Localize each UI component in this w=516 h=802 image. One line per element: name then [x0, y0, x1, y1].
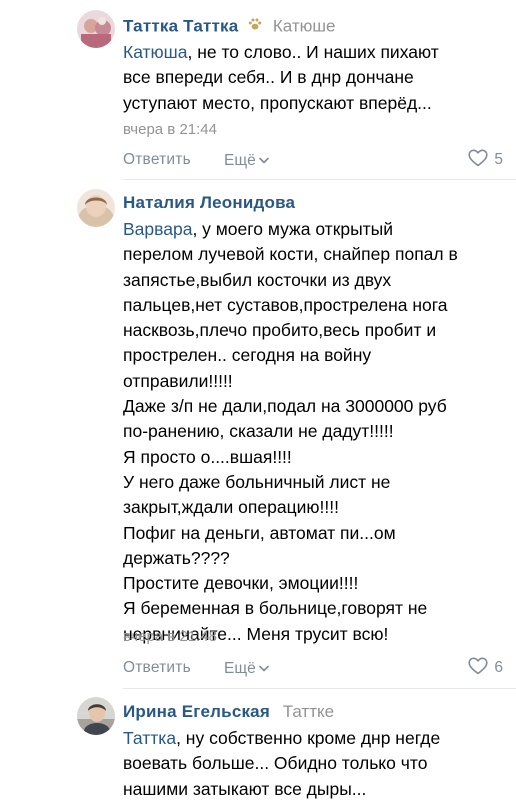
comment-actions: Ответить Ещё 6	[123, 657, 503, 679]
comment-line: воевать больше... Обидно только что	[123, 753, 428, 774]
comment-line: У него даже больничный лист не	[123, 471, 391, 492]
timestamp[interactable]: вчера в 21:44	[123, 120, 217, 140]
comment-line: пальцев,нет суставов,прострелена нога	[123, 294, 448, 315]
more-button[interactable]: Ещё	[224, 149, 269, 173]
heart-icon	[468, 149, 488, 167]
heart-icon	[468, 657, 488, 675]
text-segment: , ну собственно кроме днр негде	[176, 728, 441, 748]
comment-line: прострелен.. сегодня на войну	[123, 345, 372, 366]
comment-line: все впереди себя.. И в днр дончане	[123, 67, 414, 88]
comment-line: запястье,выбил косточки из двух	[123, 269, 392, 290]
avatar-natalia[interactable]	[77, 189, 115, 227]
comment-line: держать????	[123, 547, 230, 568]
comment-text: Варвара, у моего мужа открытый перелом л…	[123, 217, 503, 647]
like-button[interactable]: 6	[468, 657, 503, 679]
more-label: Ещё	[224, 152, 256, 170]
text-segment: , у моего мужа открытый	[192, 219, 394, 239]
comment-header: Таттка Таттка Катюше	[123, 13, 335, 39]
more-button[interactable]: Ещё	[224, 657, 269, 681]
comment-line-1: Варвара, у моего мужа открытый	[123, 217, 503, 242]
timestamp[interactable]: вчера в 21:48	[123, 627, 217, 647]
comment-line: Пофиг на деньги, автомат пи...ом	[123, 522, 396, 543]
comment-line: насквозь,плечо пробито,весь пробит и	[123, 320, 437, 341]
comment-line: Я просто о....вшая!!!!	[123, 446, 292, 467]
comment-line: перелом лучевой кости, снайпер попал в	[123, 244, 458, 265]
author-name[interactable]: Таттка Таттка	[123, 16, 238, 35]
comment-line-1: Таттка, ну собственно кроме днр негде	[123, 726, 503, 751]
reply-button[interactable]: Ответить	[123, 149, 191, 171]
comment-text: Катюша, не то слово.. И наших пихают все…	[123, 40, 503, 116]
comment-line: Простите девочки, эмоции!!!!	[123, 573, 359, 594]
text-segment: , не то слово.. И наших пихают	[187, 42, 439, 62]
reply-button[interactable]: Ответить	[123, 657, 191, 679]
chevron-down-icon	[258, 657, 269, 679]
comment-line: по-ранению, сказали не дадут!!!!!	[123, 421, 394, 442]
author-name[interactable]: Наталия Леонидова	[123, 193, 295, 212]
mention-link[interactable]: Таттка	[123, 728, 176, 748]
more-label: Ещё	[224, 660, 256, 678]
mention-link[interactable]: Катюша	[123, 42, 187, 62]
comment-line: Я беременная в больнице,говорят не	[123, 598, 428, 619]
comment-text: Таттка, ну собственно кроме днр негде во…	[123, 726, 503, 802]
comment-line: уступают место, пропускают вперёд...	[123, 92, 432, 113]
comment-line: нашими затыкают все дыры...	[123, 778, 367, 799]
like-count: 5	[494, 151, 503, 168]
comment-divider	[123, 688, 516, 689]
like-count: 6	[494, 659, 503, 676]
chevron-down-icon	[258, 149, 269, 171]
avatar-tattka[interactable]	[77, 10, 115, 48]
comment-header: Ирина Егельская Таттке	[123, 699, 334, 725]
author-name[interactable]: Ирина Егельская	[123, 702, 270, 721]
mention-link[interactable]: Варвара	[123, 219, 192, 239]
comment-header: Наталия Леонидова	[123, 190, 295, 216]
reply-to-name[interactable]: Катюше	[273, 16, 336, 35]
paw-icon	[248, 13, 262, 39]
avatar-irina[interactable]	[77, 697, 115, 735]
comment-divider	[123, 179, 516, 180]
comment-line: Даже з/п не дали,подал на 3000000 руб	[123, 396, 447, 417]
comment-actions: Ответить Ещё 5	[123, 149, 503, 171]
comment-line: закрыт,ждали операцию!!!!	[123, 497, 339, 518]
comment-line: отправили!!!!!	[123, 370, 233, 391]
comment-line-1: Катюша, не то слово.. И наших пихают	[123, 40, 503, 65]
like-button[interactable]: 5	[468, 149, 503, 171]
reply-to-name[interactable]: Таттке	[283, 702, 334, 721]
